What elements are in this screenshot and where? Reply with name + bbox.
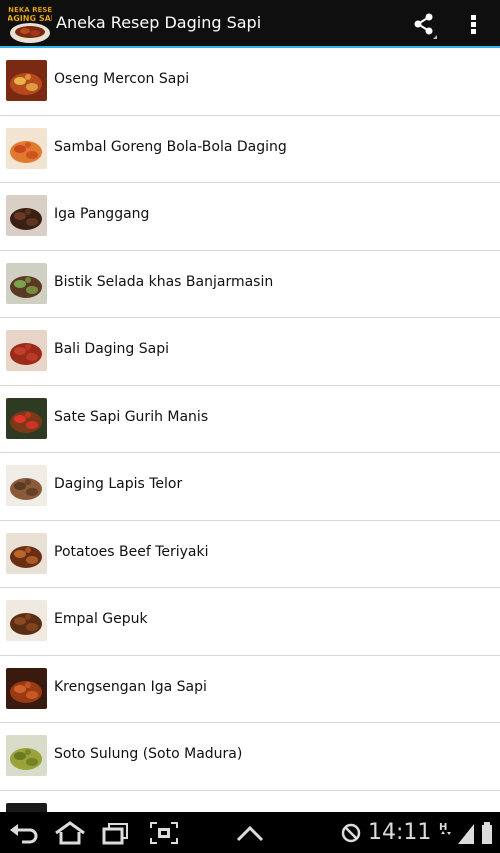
recipe-title: Daging Lapis Telor	[54, 476, 183, 492]
recipe-thumbnail	[6, 127, 47, 169]
signal-icon	[458, 824, 474, 844]
recipe-title: Iga Panggang	[54, 206, 150, 222]
recipe-thumbnail	[6, 532, 47, 574]
list-item[interactable]: Soto Sulung (Soto Madura)	[0, 723, 500, 791]
list-item[interactable]	[0, 791, 500, 812]
list-item[interactable]: Oseng Mercon Sapi	[0, 48, 500, 116]
list-item[interactable]: Empal Gepuk	[0, 588, 500, 656]
list-item[interactable]: Krengsengan Iga Sapi	[0, 656, 500, 723]
share-button[interactable]	[408, 8, 440, 40]
overflow-menu-button[interactable]	[462, 8, 486, 40]
list-item[interactable]: Bistik Selada khas Banjarmasin	[0, 251, 500, 318]
clock: 14:11	[368, 820, 432, 845]
action-bar: ANEKA RESEP DAGING SAPI Aneka Resep Dagi…	[0, 0, 500, 48]
menu-up-icon[interactable]	[234, 820, 266, 846]
list-item[interactable]: Daging Lapis Telor	[0, 453, 500, 521]
recipe-thumbnail	[6, 465, 47, 506]
recipe-title: Empal Gepuk	[54, 611, 148, 627]
recipe-thumbnail	[6, 330, 47, 371]
recipe-title: Bali Daging Sapi	[54, 341, 170, 357]
recipe-thumbnail	[6, 262, 47, 304]
recipe-list[interactable]: Oseng Mercon Sapi Sambal Goreng Bola-Bola…	[0, 48, 500, 812]
app-title: Aneka Resep Daging Sapi	[56, 13, 262, 32]
list-item[interactable]: Iga Panggang	[0, 183, 500, 251]
recipe-title: Oseng Mercon Sapi	[54, 71, 190, 87]
recipe-title: Potatoes Beef Teriyaki	[54, 543, 209, 560]
no-sync-icon	[341, 823, 361, 843]
home-icon[interactable]	[52, 820, 88, 846]
recipe-title: Krengsengan Iga Sapi	[54, 678, 207, 695]
recipe-thumbnail	[6, 802, 47, 812]
logo-text-top: ANEKA RESEP	[8, 6, 52, 14]
hsdpa-icon: H	[439, 822, 451, 835]
share-icon	[414, 13, 437, 39]
recipe-title: Sate Sapi Gurih Manis	[54, 408, 209, 425]
recipe-title: Sambal Goreng Bola-Bola Daging	[54, 138, 287, 155]
logo-text-bottom: DAGING SAPI	[8, 14, 52, 23]
list-item[interactable]: Potatoes Beef Teriyaki	[0, 521, 500, 588]
recipe-thumbnail	[6, 600, 47, 641]
back-icon[interactable]	[8, 820, 40, 846]
screenshot-icon[interactable]	[148, 820, 180, 846]
overflow-menu-icon	[471, 15, 476, 34]
list-item[interactable]: Bali Daging Sapi	[0, 318, 500, 386]
recent-apps-icon[interactable]	[100, 820, 132, 846]
recipe-title: Bistik Selada khas Banjarmasin	[54, 273, 274, 290]
system-navigation-bar: 14:11 H	[0, 812, 500, 853]
list-item[interactable]: Sate Sapi Gurih Manis	[0, 386, 500, 453]
recipe-thumbnail	[6, 60, 47, 101]
recipe-thumbnail	[6, 667, 47, 709]
battery-icon	[482, 822, 492, 844]
recipe-thumbnail	[6, 397, 47, 439]
app-logo[interactable]: ANEKA RESEP DAGING SAPI	[0, 3, 60, 45]
recipe-thumbnail	[6, 735, 47, 776]
recipe-thumbnail	[6, 195, 47, 236]
recipe-title: Soto Sulung (Soto Madura)	[54, 746, 243, 762]
list-item[interactable]: Sambal Goreng Bola-Bola Daging	[0, 116, 500, 183]
